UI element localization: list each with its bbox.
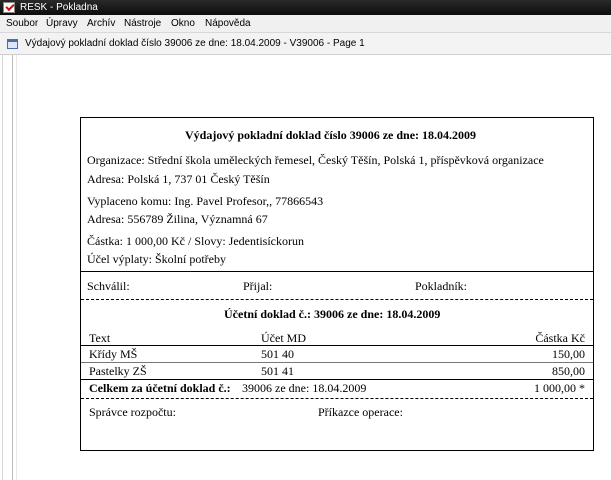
column-header-account: Účet MD [261, 331, 306, 345]
document-window-header: Výdajový pokladní doklad číslo 39006 ze … [0, 33, 611, 55]
purpose-line: Účel výplaty: Školní potřeby [87, 252, 226, 266]
menu-upravy[interactable]: Úpravy [46, 15, 78, 33]
page-edge-shadow [16, 55, 17, 480]
amount-line: Částka: 1 000,00 Kč / Slovy: Jedentisíck… [87, 234, 304, 248]
budget-admin-label: Správce rozpočtu: [89, 405, 176, 419]
row-2-account: 501 41 [261, 364, 294, 378]
menu-soubor[interactable]: Soubor [6, 15, 38, 33]
document-title: Výdajový pokladní doklad číslo 39006 ze … [25, 38, 365, 49]
organization-line: Organizace: Střední škola uměleckých řem… [87, 153, 544, 167]
address-line: Adresa: Polská 1, 737 01 Český Těšín [87, 172, 270, 186]
paid-to-line: Vyplaceno komu: Ing. Pavel Profesor,, 77… [87, 194, 324, 208]
row-2-amount: 850,00 [552, 364, 585, 378]
payment-voucher: Výdajový pokladní doklad číslo 39006 ze … [80, 117, 594, 451]
menu-archiv[interactable]: Archív [87, 15, 115, 33]
divider [81, 271, 593, 272]
window-title-bar: RESK - Pokladna [0, 0, 611, 15]
menu-nastroje[interactable]: Nástroje [124, 15, 161, 33]
menu-okno[interactable]: Okno [171, 15, 195, 33]
total-label: Celkem za účetní doklad č.: [89, 381, 231, 395]
page-edge-left [12, 55, 13, 480]
paid-to-address-line: Adresa: 556789 Žilina, Významná 67 [87, 212, 268, 226]
app-logo-icon [3, 2, 15, 13]
divider [81, 398, 593, 399]
received-by-label: Přijal: [243, 279, 273, 293]
document-icon [7, 39, 18, 49]
window-title: RESK - Pokladna [20, 2, 98, 13]
column-header-amount: Částka Kč [535, 331, 585, 345]
approved-by-label: Schválil: [87, 279, 130, 293]
divider [81, 345, 593, 346]
column-header-text: Text [89, 331, 111, 345]
divider [81, 362, 593, 363]
total-amount: 1 000,00 * [534, 381, 585, 395]
menu-napoveda[interactable]: Nápověda [205, 15, 251, 33]
row-2-text: Pastelky ZŠ [89, 364, 147, 378]
operation-order-label: Příkazce operace: [318, 405, 403, 419]
menu-bar: Soubor Úpravy Archív Nástroje Okno Nápov… [0, 15, 611, 33]
row-1-amount: 150,00 [552, 347, 585, 361]
preview-border-left [2, 55, 3, 480]
row-1-account: 501 40 [261, 347, 294, 361]
divider [81, 299, 593, 300]
cashier-label: Pokladník: [415, 279, 468, 293]
divider [81, 379, 593, 380]
row-1-text: Křídy MŠ [89, 347, 138, 361]
total-reference: 39006 ze dne: 18.04.2009 [242, 381, 367, 395]
voucher-heading: Výdajový pokladní doklad číslo 39006 ze … [185, 128, 477, 142]
accounting-heading: Účetní doklad č.: 39006 ze dne: 18.04.20… [224, 307, 441, 321]
